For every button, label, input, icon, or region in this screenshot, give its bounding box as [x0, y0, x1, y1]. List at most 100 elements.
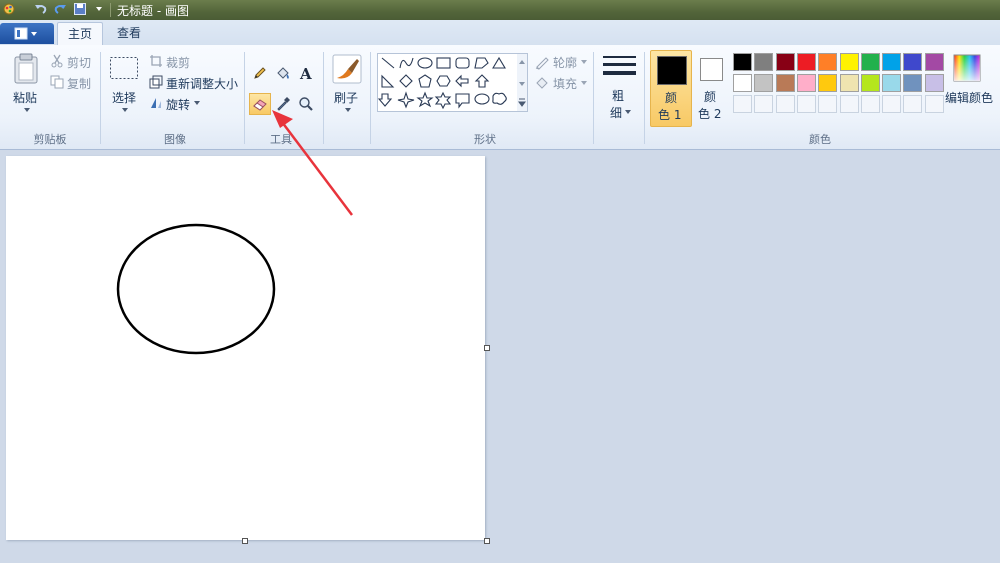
palette-color-swatch[interactable]	[733, 74, 752, 92]
palette-color-swatch[interactable]	[924, 53, 944, 71]
rotate-icon[interactable]	[149, 96, 163, 110]
edit-colors-button[interactable]: 编辑颜色	[945, 89, 993, 106]
shapes-gallery-scrollbar[interactable]	[517, 53, 528, 112]
palette-color-swatch[interactable]	[839, 74, 859, 92]
magnifier-tool[interactable]	[295, 93, 317, 115]
group-divider	[644, 52, 645, 144]
palette-color-swatch[interactable]	[903, 53, 923, 71]
outline-button[interactable]: 轮廓	[553, 54, 577, 71]
resize-button[interactable]: 重新调整大小	[166, 75, 238, 92]
brushes-button[interactable]: 刷子	[334, 89, 358, 106]
palette-color-swatch[interactable]	[860, 74, 880, 92]
color2-button[interactable]: 颜 色 2	[694, 50, 730, 125]
color1-label-line2: 色 1	[658, 108, 682, 122]
paint-menu-icon	[14, 27, 37, 40]
copy-icon[interactable]	[50, 75, 64, 89]
size-label-line1[interactable]: 粗	[612, 87, 624, 104]
palette-color-swatch[interactable]	[818, 74, 838, 92]
fill-dropdown-icon[interactable]	[580, 80, 588, 86]
left-arrow-shape-icon	[455, 74, 469, 88]
pencil-tool[interactable]	[249, 62, 271, 84]
fill-button[interactable]: 填充	[553, 75, 577, 92]
select-icon[interactable]	[109, 56, 139, 80]
group-divider	[100, 52, 101, 144]
color1-button[interactable]: 颜 色 1	[650, 50, 692, 127]
palette-custom-slot[interactable]	[924, 95, 944, 113]
palette-color-swatch[interactable]	[796, 74, 816, 92]
paint-menu-button[interactable]	[0, 23, 54, 44]
tab-home[interactable]: 主页	[57, 22, 103, 46]
palette-color-swatch[interactable]	[818, 53, 838, 71]
drawn-ellipse[interactable]	[116, 223, 276, 355]
redo-icon[interactable]	[53, 2, 67, 16]
fill-tool[interactable]	[272, 62, 294, 84]
diamond-shape-icon	[399, 74, 413, 88]
palette-custom-slot[interactable]	[903, 95, 923, 113]
paste-icon[interactable]	[12, 53, 40, 85]
resize-handle-corner[interactable]	[484, 538, 490, 544]
palette-color-swatch[interactable]	[924, 74, 944, 92]
paste-dropdown-icon[interactable]	[23, 107, 31, 113]
palette-color-swatch[interactable]	[754, 74, 774, 92]
resize-icon[interactable]	[149, 75, 163, 89]
palette-color-swatch[interactable]	[839, 53, 859, 71]
eraser-icon	[253, 99, 267, 111]
color-picker-tool[interactable]	[272, 93, 294, 115]
rotate-button[interactable]: 旋转	[166, 96, 190, 113]
resize-handle-right[interactable]	[484, 345, 490, 351]
rectangle-shape-icon	[436, 57, 451, 69]
palette-custom-slot[interactable]	[796, 95, 816, 113]
drawing-canvas[interactable]	[6, 156, 485, 540]
size-dropdown-icon[interactable]	[624, 109, 632, 115]
text-tool[interactable]: A	[295, 62, 317, 84]
fill-icon[interactable]	[534, 75, 550, 91]
palette-color-swatch[interactable]	[903, 74, 923, 92]
palette-color-swatch[interactable]	[882, 53, 902, 71]
palette-custom-slot[interactable]	[839, 95, 859, 113]
palette-custom-slot[interactable]	[775, 95, 795, 113]
paste-button[interactable]: 粘贴	[13, 89, 37, 106]
four-point-star-icon	[397, 91, 415, 109]
palette-custom-slot[interactable]	[818, 95, 838, 113]
resize-handle-bottom[interactable]	[242, 538, 248, 544]
tab-view[interactable]: 查看	[107, 22, 151, 45]
copy-button[interactable]: 复制	[67, 75, 91, 92]
palette-custom-slot[interactable]	[882, 95, 902, 113]
size-label-line2[interactable]: 细	[610, 104, 622, 121]
palette-color-swatch[interactable]	[775, 74, 795, 92]
cut-icon[interactable]	[50, 54, 64, 68]
image-group-label: 图像	[164, 133, 186, 146]
undo-icon[interactable]	[34, 2, 48, 16]
palette-color-swatch[interactable]	[882, 74, 902, 92]
crop-icon[interactable]	[149, 54, 163, 68]
outline-dropdown-icon[interactable]	[580, 59, 588, 65]
line-size-icon[interactable]	[603, 55, 636, 81]
color2-swatch	[700, 58, 723, 81]
shapes-group-label: 形状	[474, 133, 496, 146]
palette-color-swatch[interactable]	[733, 53, 752, 71]
select-dropdown-icon[interactable]	[121, 107, 129, 113]
rotate-dropdown-icon[interactable]	[193, 100, 201, 106]
edit-colors-icon[interactable]	[953, 54, 981, 82]
brushes-dropdown-icon[interactable]	[344, 107, 352, 113]
text-icon: A	[299, 65, 312, 81]
group-divider	[370, 52, 371, 144]
crop-button[interactable]: 裁剪	[166, 54, 190, 71]
palette-color-swatch[interactable]	[860, 53, 880, 71]
shapes-gallery[interactable]	[377, 53, 519, 112]
palette-color-swatch[interactable]	[754, 53, 774, 71]
tools-group-label: 工具	[270, 133, 292, 146]
palette-color-swatch[interactable]	[796, 53, 816, 71]
palette-custom-slot[interactable]	[733, 95, 752, 113]
brush-icon[interactable]	[332, 54, 362, 84]
palette-custom-slot[interactable]	[860, 95, 880, 113]
cut-button[interactable]: 剪切	[67, 54, 91, 71]
palette-color-swatch[interactable]	[775, 53, 795, 71]
palette-custom-slot[interactable]	[754, 95, 774, 113]
quick-access-dropdown-icon[interactable]	[92, 2, 106, 16]
save-icon[interactable]	[73, 2, 87, 16]
outline-icon[interactable]	[534, 54, 550, 70]
select-button[interactable]: 选择	[112, 89, 136, 106]
rect-callout-icon	[455, 93, 470, 109]
eraser-tool[interactable]	[249, 93, 271, 115]
